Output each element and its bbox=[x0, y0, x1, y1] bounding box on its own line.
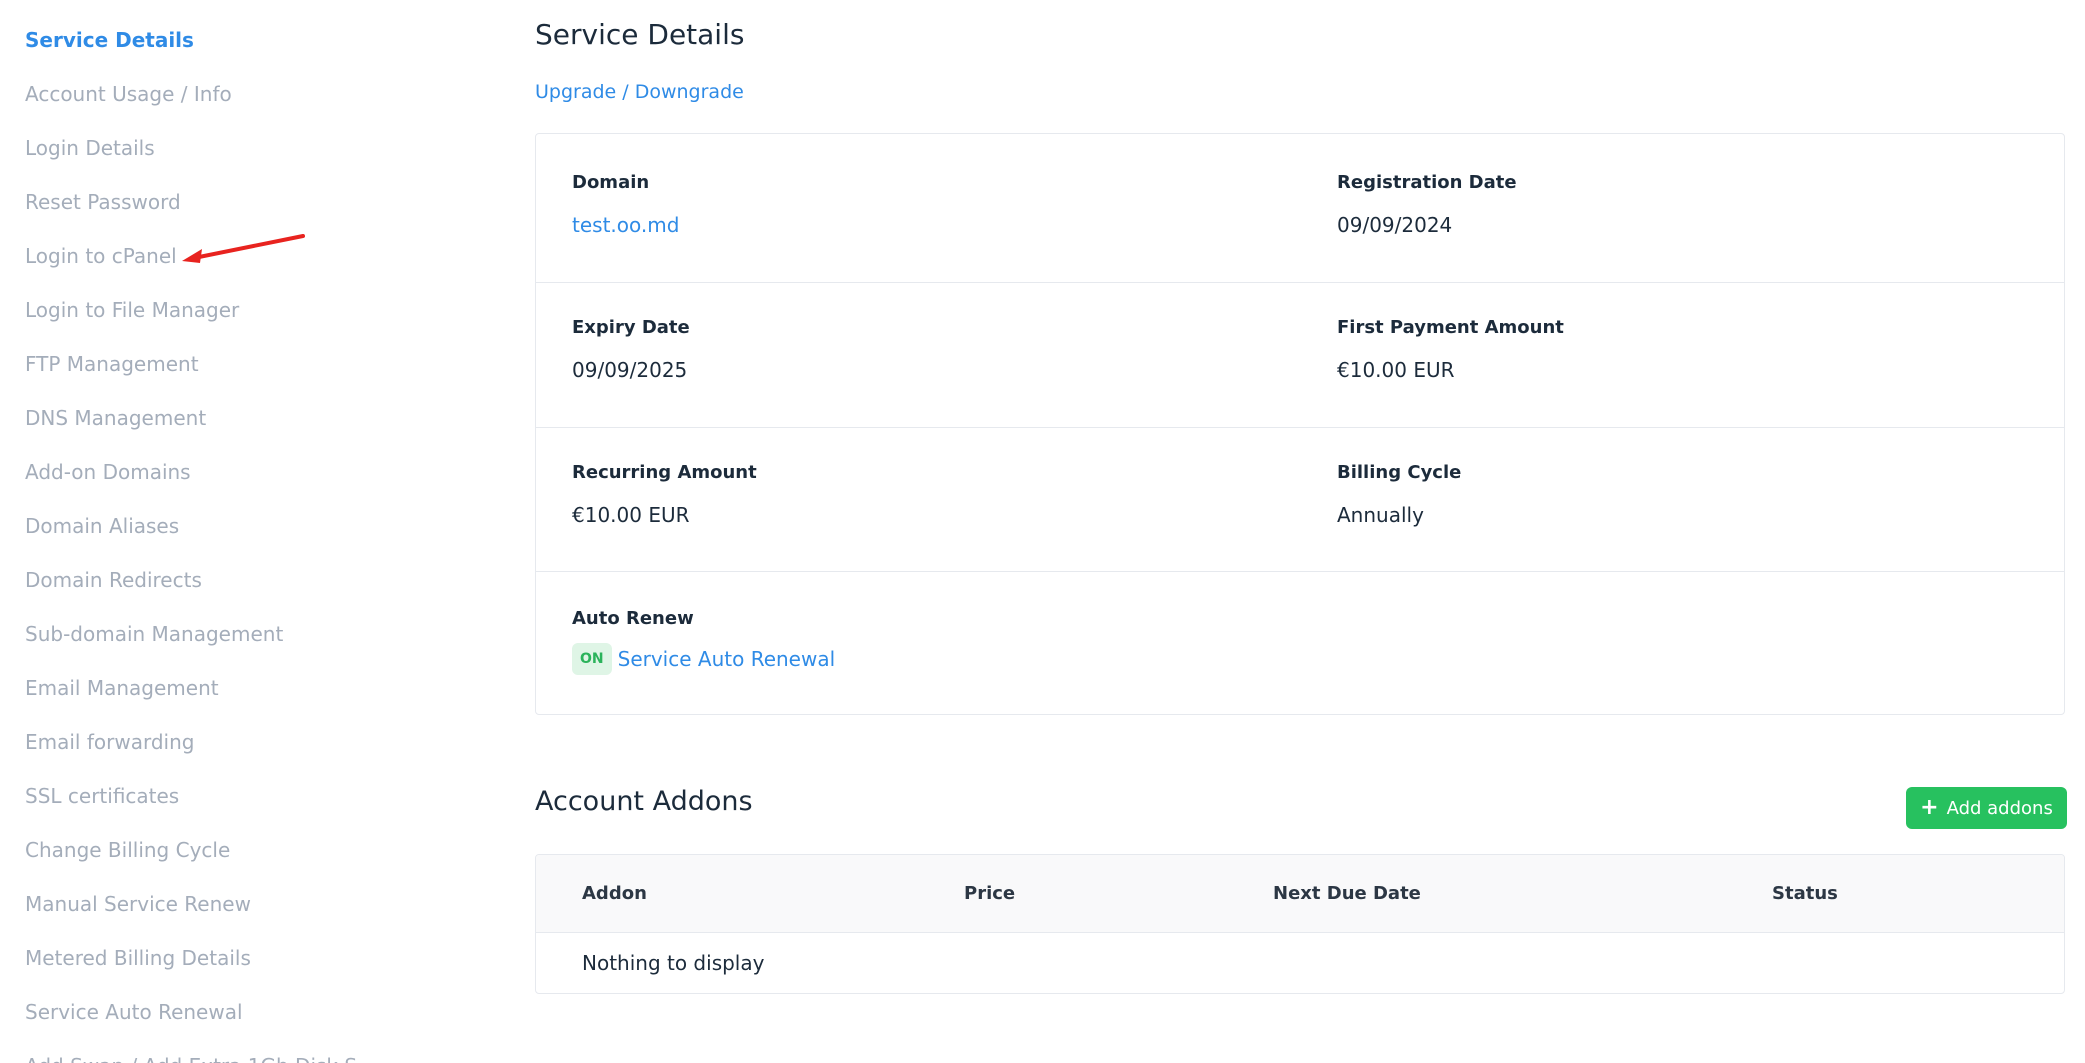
table-header-row: Addon Price Next Due Date Status bbox=[536, 855, 2064, 933]
details-row: Auto Renew ON Service Auto Renewal bbox=[536, 572, 2064, 714]
registration-date-label: Registration Date bbox=[1337, 172, 1517, 193]
sidebar-item-service-auto-renewal[interactable]: Service Auto Renewal bbox=[25, 1000, 243, 1024]
sidebar-item-domain-redirects[interactable]: Domain Redirects bbox=[25, 568, 202, 592]
plus-icon: + bbox=[1920, 795, 1939, 820]
column-header-status[interactable]: Status bbox=[1772, 883, 1838, 904]
account-addons-title: Account Addons bbox=[535, 786, 753, 817]
upgrade-downgrade-link[interactable]: Upgrade / Downgrade bbox=[535, 81, 744, 103]
first-payment-field: First Payment Amount €10.00 EUR bbox=[1337, 317, 1564, 382]
sidebar-item-email-forwarding[interactable]: Email forwarding bbox=[25, 730, 194, 754]
sidebar-item-addon-domains[interactable]: Add-on Domains bbox=[25, 460, 191, 484]
auto-renew-toggle[interactable]: ON Service Auto Renewal bbox=[572, 643, 835, 675]
first-payment-label: First Payment Amount bbox=[1337, 317, 1564, 338]
column-header-next-due-date[interactable]: Next Due Date bbox=[1273, 883, 1421, 904]
auto-renew-field: Auto Renew ON Service Auto Renewal bbox=[572, 608, 835, 675]
first-payment-value: €10.00 EUR bbox=[1337, 358, 1455, 382]
page: Service Details Account Usage / Info Log… bbox=[0, 0, 2085, 1063]
sidebar-item-account-usage[interactable]: Account Usage / Info bbox=[25, 82, 232, 106]
column-header-price[interactable]: Price bbox=[964, 883, 1015, 904]
sidebar-item-login-file-manager[interactable]: Login to File Manager bbox=[25, 298, 239, 322]
expiry-date-label: Expiry Date bbox=[572, 317, 690, 338]
sidebar-item-metered-billing[interactable]: Metered Billing Details bbox=[25, 946, 251, 970]
sidebar-item-change-billing-cycle[interactable]: Change Billing Cycle bbox=[25, 838, 230, 862]
expiry-date-field: Expiry Date 09/09/2025 bbox=[572, 317, 690, 382]
domain-label: Domain bbox=[572, 172, 650, 193]
page-title: Service Details bbox=[535, 18, 745, 51]
sidebar-item-login-details[interactable]: Login Details bbox=[25, 136, 155, 160]
sidebar-item-login-cpanel[interactable]: Login to cPanel bbox=[25, 244, 177, 268]
sidebar-item-ftp-management[interactable]: FTP Management bbox=[25, 352, 199, 376]
sidebar: Service Details Account Usage / Info Log… bbox=[0, 0, 480, 1063]
details-row: Domain test.oo.md Registration Date 09/0… bbox=[536, 134, 2064, 283]
recurring-amount-field: Recurring Amount €10.00 EUR bbox=[572, 462, 757, 527]
domain-link[interactable]: test.oo.md bbox=[572, 213, 679, 237]
addons-table: Addon Price Next Due Date Status Nothing… bbox=[535, 854, 2065, 994]
details-row: Recurring Amount €10.00 EUR Billing Cycl… bbox=[536, 428, 2064, 572]
recurring-amount-label: Recurring Amount bbox=[572, 462, 757, 483]
sidebar-item-email-management[interactable]: Email Management bbox=[25, 676, 219, 700]
sidebar-item-domain-aliases[interactable]: Domain Aliases bbox=[25, 514, 179, 538]
add-addons-button[interactable]: + Add addons bbox=[1906, 787, 2067, 829]
red-arrow-annotation bbox=[182, 234, 305, 263]
main-content: Service Details Upgrade / Downgrade Doma… bbox=[535, 0, 2067, 1063]
billing-cycle-label: Billing Cycle bbox=[1337, 462, 1462, 483]
domain-field: Domain test.oo.md bbox=[572, 172, 679, 237]
sidebar-item-manual-service-renew[interactable]: Manual Service Renew bbox=[25, 892, 251, 916]
sidebar-item-service-details[interactable]: Service Details bbox=[25, 28, 194, 52]
add-addons-label: Add addons bbox=[1946, 797, 2053, 819]
registration-date-field: Registration Date 09/09/2024 bbox=[1337, 172, 1517, 237]
sidebar-item-reset-password[interactable]: Reset Password bbox=[25, 190, 181, 214]
recurring-amount-value: €10.00 EUR bbox=[572, 503, 690, 527]
service-details-card: Domain test.oo.md Registration Date 09/0… bbox=[535, 133, 2065, 715]
auto-renew-label: Auto Renew bbox=[572, 608, 694, 629]
billing-cycle-value: Annually bbox=[1337, 503, 1424, 527]
service-auto-renewal-link[interactable]: Service Auto Renewal bbox=[618, 647, 836, 671]
registration-date-value: 09/09/2024 bbox=[1337, 213, 1453, 237]
column-header-addon[interactable]: Addon bbox=[582, 883, 647, 904]
sidebar-item-dns-management[interactable]: DNS Management bbox=[25, 406, 206, 430]
billing-cycle-field: Billing Cycle Annually bbox=[1337, 462, 1461, 527]
sidebar-item-ssl-certificates[interactable]: SSL certificates bbox=[25, 784, 179, 808]
details-row: Expiry Date 09/09/2025 First Payment Amo… bbox=[536, 283, 2064, 428]
sidebar-item-subdomain-management[interactable]: Sub-domain Management bbox=[25, 622, 283, 646]
expiry-date-value: 09/09/2025 bbox=[572, 358, 688, 382]
empty-table-message: Nothing to display bbox=[582, 951, 765, 975]
on-status-badge[interactable]: ON bbox=[572, 643, 612, 675]
sidebar-item-add-swap[interactable]: Add Swap / Add Extra 1Gb Disk S... bbox=[25, 1054, 376, 1063]
